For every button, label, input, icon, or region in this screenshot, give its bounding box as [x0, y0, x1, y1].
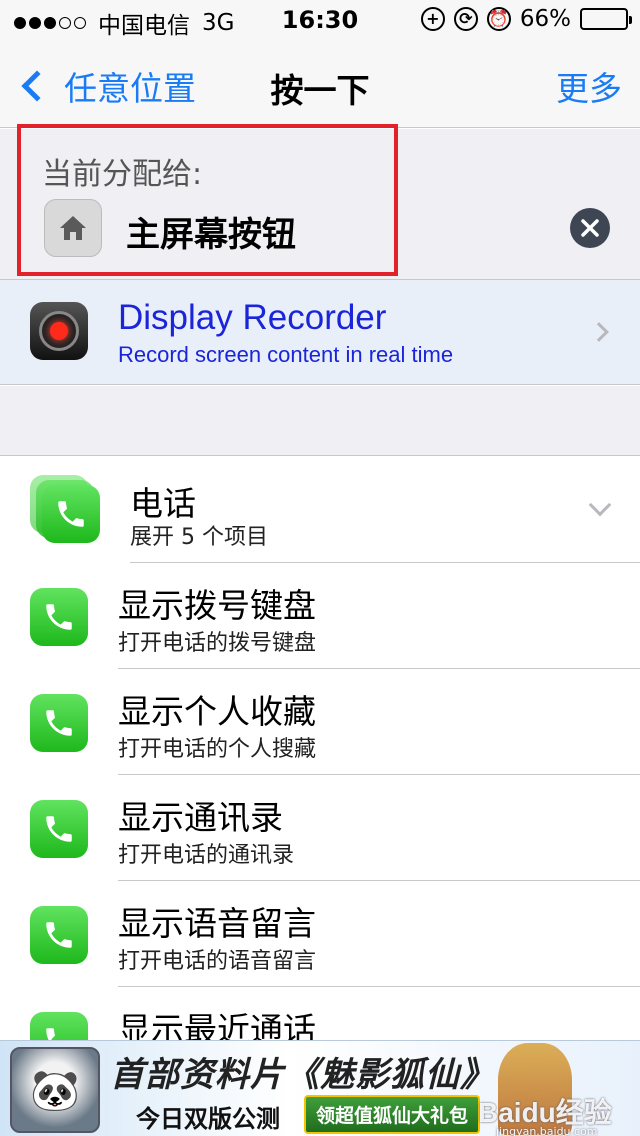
orientation-lock-icon: ⟳ [453, 7, 478, 31]
record-icon [30, 302, 88, 360]
list-item[interactable]: 显示语音留言 打开电话的语音留言 [0, 881, 640, 987]
status-right: + ⟳ ⏰ 66% [420, 6, 632, 32]
item-title: 显示个人收藏 [118, 692, 316, 731]
list-item[interactable]: 显示最近通话 [0, 987, 640, 1040]
battery-icon [580, 8, 632, 30]
list-item[interactable]: 显示个人收藏 打开电话的个人搜藏 [0, 669, 640, 775]
phone-icon [30, 694, 88, 752]
item-title: 显示拨号键盘 [118, 586, 316, 625]
phone-group-row[interactable]: 电话 展开 5 个项目 [0, 457, 640, 563]
display-recorder-row[interactable]: Display Recorder Record screen content i… [0, 279, 640, 385]
phone-icon [30, 800, 88, 858]
close-icon [581, 219, 599, 237]
status-bar: 中国电信 3G 16:30 + ⟳ ⏰ 66% [0, 0, 640, 40]
group-subtitle: 展开 5 个项目 [130, 525, 268, 550]
ad-banner[interactable]: 🐼 首部资料片《魅影狐仙》 今日双版公测 领超值狐仙大礼包 Baidu经验 ji… [0, 1040, 640, 1136]
item-title: 显示最近通话 [118, 1010, 316, 1040]
featured-title: Display Recorder [118, 298, 387, 337]
watermark-url: jingyan.baidu.com [496, 1125, 598, 1136]
chevron-down-icon [588, 493, 612, 517]
ad-subline: 今日双版公测 [136, 1105, 280, 1133]
item-subtitle: 打开电话的个人搜藏 [118, 737, 317, 762]
ad-headline: 首部资料片《魅影狐仙》 [110, 1055, 495, 1095]
list-item[interactable]: 显示拨号键盘 打开电话的拨号键盘 [0, 563, 640, 669]
chevron-right-icon [589, 322, 609, 342]
action-list: 电话 展开 5 个项目 显示拨号键盘 打开电话的拨号键盘 显示个人收藏 打开电话… [0, 457, 640, 1040]
navigation-bar: 任意位置 按一下 更多 [0, 40, 640, 128]
ad-character-icon: 🐼 [10, 1047, 100, 1133]
group-title: 电话 [130, 484, 196, 523]
alarm-icon: ⏰ [486, 7, 511, 31]
page-title: 按一下 [270, 71, 370, 110]
item-title: 显示通讯录 [118, 798, 283, 837]
phone-icon [30, 906, 88, 964]
more-button[interactable]: 更多 [556, 62, 622, 110]
phone-icon [30, 1012, 88, 1040]
list-item[interactable]: 显示通讯录 打开电话的通讯录 [0, 775, 640, 881]
assistive-touch-icon: + [420, 7, 445, 31]
item-subtitle: 打开电话的拨号键盘 [118, 631, 317, 656]
section-spacer [0, 386, 640, 456]
featured-subtitle: Record screen content in real time [118, 342, 454, 367]
phone-icon [30, 588, 88, 646]
item-subtitle: 打开电话的语音留言 [118, 949, 317, 974]
remove-assignment-button[interactable] [570, 208, 610, 248]
highlight-box [17, 124, 398, 276]
phone-stack-icon [30, 475, 102, 545]
ad-cta-button[interactable]: 领超值狐仙大礼包 [304, 1095, 481, 1134]
item-subtitle: 打开电话的通讯录 [118, 843, 295, 868]
battery-percent: 66% [519, 6, 571, 32]
item-title: 显示语音留言 [118, 904, 316, 943]
